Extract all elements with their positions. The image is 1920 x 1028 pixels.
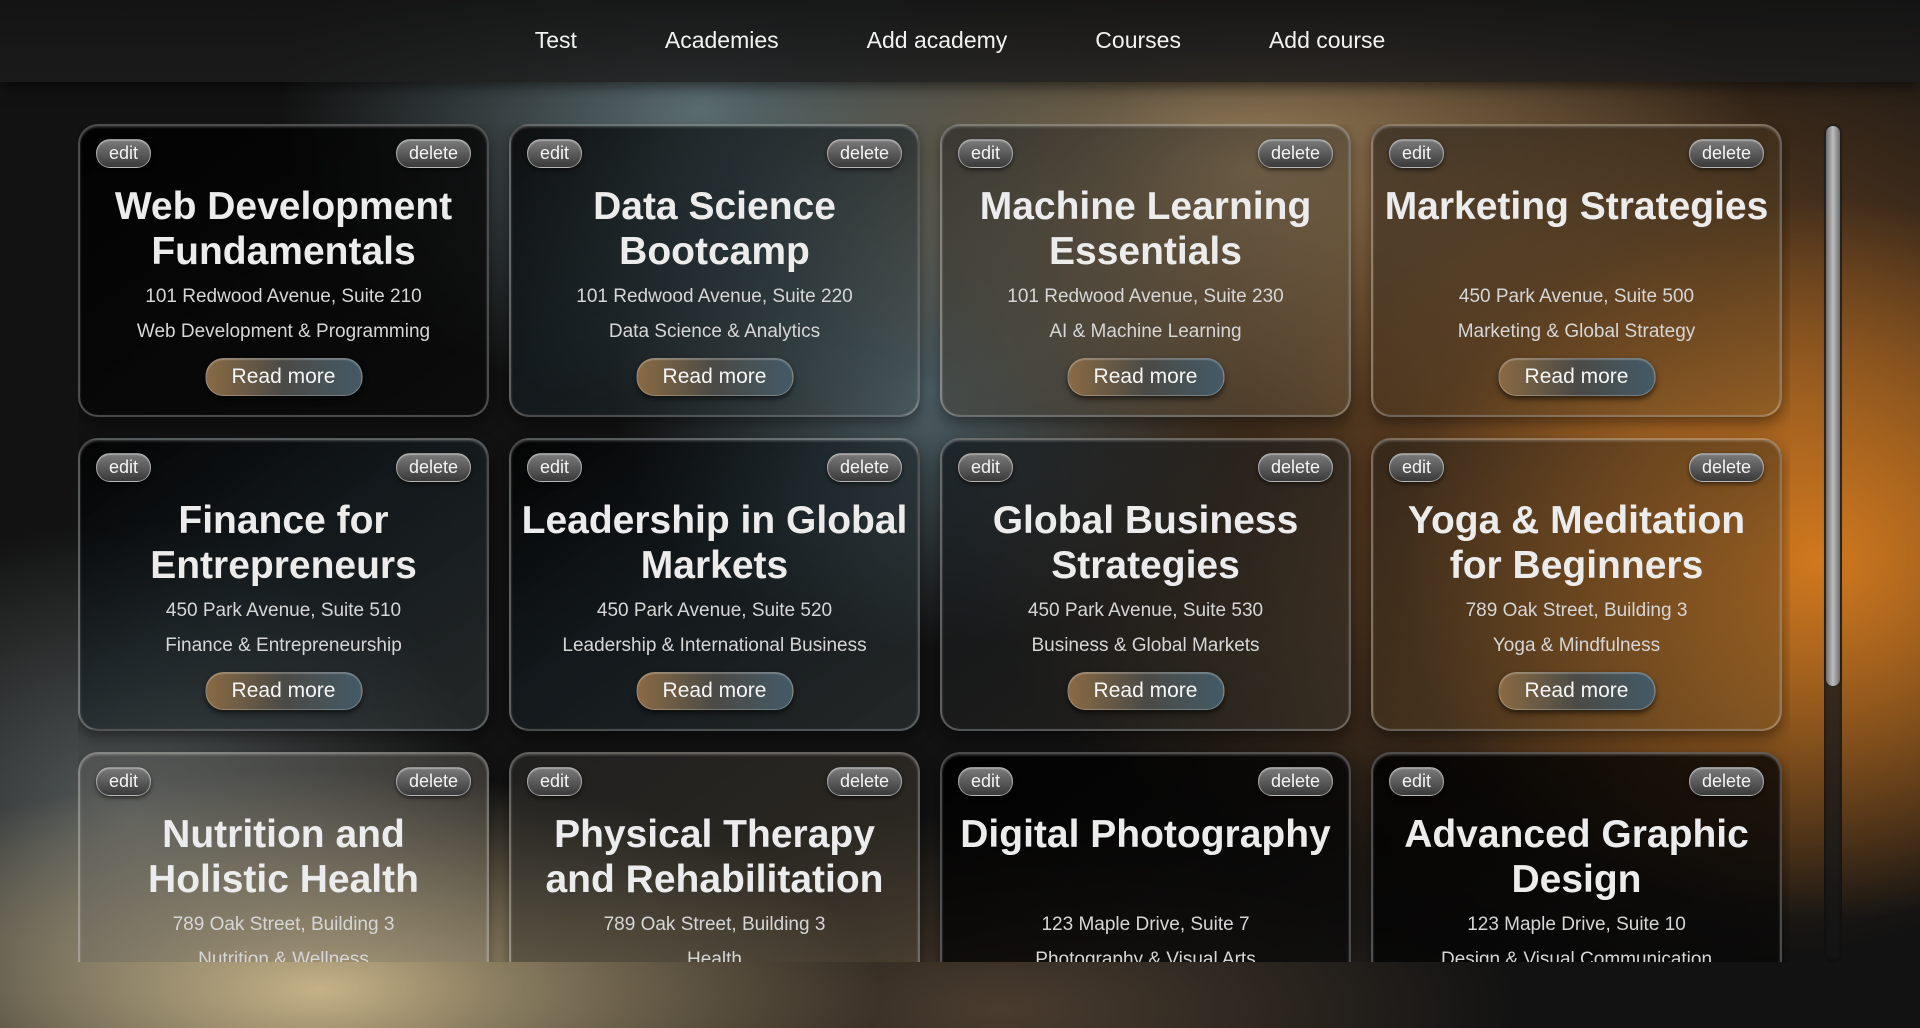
course-title: Nutrition and Holistic Health bbox=[148, 813, 419, 901]
delete-button[interactable]: delete bbox=[395, 453, 471, 482]
course-category: Marketing & Global Strategy bbox=[1457, 321, 1696, 342]
course-card: edit delete Global Business Strategies 4… bbox=[940, 438, 1351, 731]
read-more-button[interactable]: Read more bbox=[1498, 358, 1655, 396]
delete-button[interactable]: delete bbox=[395, 139, 471, 168]
course-category: Photography & Visual Arts bbox=[1035, 949, 1256, 962]
course-card: edit delete Finance for Entrepreneurs 45… bbox=[78, 438, 489, 731]
edit-button[interactable]: edit bbox=[1389, 453, 1445, 482]
course-address: 450 Park Avenue, Suite 510 bbox=[165, 600, 402, 621]
course-list-scroll-area[interactable]: edit delete Web Development Fundamentals… bbox=[78, 124, 1790, 962]
course-address: 123 Maple Drive, Suite 10 bbox=[1467, 914, 1686, 935]
delete-button[interactable]: delete bbox=[1688, 453, 1764, 482]
course-grid: edit delete Web Development Fundamentals… bbox=[78, 124, 1790, 962]
course-card: edit delete Physical Therapy and Rehabil… bbox=[509, 752, 920, 962]
delete-button[interactable]: delete bbox=[395, 767, 471, 796]
course-title: Advanced Graphic Design bbox=[1404, 813, 1749, 901]
read-more-button[interactable]: Read more bbox=[1498, 672, 1655, 710]
edit-button[interactable]: edit bbox=[958, 453, 1014, 482]
vertical-scrollbar[interactable] bbox=[1824, 124, 1842, 962]
course-card: edit delete Marketing Strategies 450 Par… bbox=[1371, 124, 1782, 417]
course-card: edit delete Digital Photography 123 Mapl… bbox=[940, 752, 1351, 962]
course-address: 789 Oak Street, Building 3 bbox=[172, 914, 395, 935]
top-navigation: Test Academies Add academy Courses Add c… bbox=[0, 0, 1920, 82]
course-category: Yoga & Mindfulness bbox=[1492, 635, 1661, 656]
course-address: 123 Maple Drive, Suite 7 bbox=[1041, 914, 1250, 935]
course-address: 101 Redwood Avenue, Suite 210 bbox=[145, 286, 422, 307]
delete-button[interactable]: delete bbox=[1257, 453, 1333, 482]
course-category: Finance & Entrepreneurship bbox=[165, 635, 402, 656]
edit-button[interactable]: edit bbox=[527, 139, 583, 168]
course-title: Data Science Bootcamp bbox=[593, 185, 836, 273]
read-more-button[interactable]: Read more bbox=[636, 672, 793, 710]
course-address: 450 Park Avenue, Suite 520 bbox=[596, 600, 833, 621]
course-card: edit delete Yoga & Meditation for Beginn… bbox=[1371, 438, 1782, 731]
course-card: edit delete Web Development Fundamentals… bbox=[78, 124, 489, 417]
course-title: Marketing Strategies bbox=[1384, 185, 1769, 228]
edit-button[interactable]: edit bbox=[1389, 767, 1445, 796]
course-category: AI & Machine Learning bbox=[1049, 321, 1242, 342]
nav-link-add-academy[interactable]: Add academy bbox=[823, 27, 1052, 54]
edit-button[interactable]: edit bbox=[1389, 139, 1445, 168]
delete-button[interactable]: delete bbox=[1688, 767, 1764, 796]
course-title: Digital Photography bbox=[960, 813, 1331, 856]
course-card: edit delete Machine Learning Essentials … bbox=[940, 124, 1351, 417]
read-more-button[interactable]: Read more bbox=[1067, 358, 1224, 396]
course-category: Leadership & International Business bbox=[562, 635, 867, 656]
edit-button[interactable]: edit bbox=[958, 139, 1014, 168]
read-more-button[interactable]: Read more bbox=[205, 672, 362, 710]
read-more-button[interactable]: Read more bbox=[1067, 672, 1224, 710]
course-address: 101 Redwood Avenue, Suite 220 bbox=[576, 286, 853, 307]
course-card: edit delete Nutrition and Holistic Healt… bbox=[78, 752, 489, 962]
course-title: Physical Therapy and Rehabilitation bbox=[545, 813, 884, 901]
course-category: Web Development & Programming bbox=[136, 321, 431, 342]
edit-button[interactable]: edit bbox=[96, 767, 152, 796]
course-address: 789 Oak Street, Building 3 bbox=[1465, 600, 1688, 621]
course-card: edit delete Advanced Graphic Design 123 … bbox=[1371, 752, 1782, 962]
course-title: Yoga & Meditation for Beginners bbox=[1407, 499, 1746, 587]
course-address: 789 Oak Street, Building 3 bbox=[603, 914, 826, 935]
course-title: Web Development Fundamentals bbox=[114, 185, 453, 273]
delete-button[interactable]: delete bbox=[826, 453, 902, 482]
nav-link-test[interactable]: Test bbox=[491, 27, 621, 54]
course-category: Design & Visual Communication bbox=[1440, 949, 1713, 962]
edit-button[interactable]: edit bbox=[96, 453, 152, 482]
course-card: edit delete Leadership in Global Markets… bbox=[509, 438, 920, 731]
scrollbar-thumb[interactable] bbox=[1826, 126, 1840, 686]
course-title: Finance for Entrepreneurs bbox=[150, 499, 417, 587]
delete-button[interactable]: delete bbox=[1257, 767, 1333, 796]
delete-button[interactable]: delete bbox=[1688, 139, 1764, 168]
edit-button[interactable]: edit bbox=[958, 767, 1014, 796]
delete-button[interactable]: delete bbox=[1257, 139, 1333, 168]
course-title: Machine Learning Essentials bbox=[979, 185, 1312, 273]
course-category: Health bbox=[687, 949, 742, 962]
course-address: 450 Park Avenue, Suite 530 bbox=[1027, 600, 1264, 621]
edit-button[interactable]: edit bbox=[527, 767, 583, 796]
nav-link-add-course[interactable]: Add course bbox=[1225, 27, 1429, 54]
nav-link-academies[interactable]: Academies bbox=[621, 27, 823, 54]
read-more-button[interactable]: Read more bbox=[636, 358, 793, 396]
course-title: Leadership in Global Markets bbox=[521, 499, 908, 587]
course-category: Data Science & Analytics bbox=[608, 321, 821, 342]
nav-link-courses[interactable]: Courses bbox=[1051, 27, 1225, 54]
course-address: 101 Redwood Avenue, Suite 230 bbox=[1007, 286, 1284, 307]
read-more-button[interactable]: Read more bbox=[205, 358, 362, 396]
course-category: Nutrition & Wellness bbox=[198, 949, 369, 962]
delete-button[interactable]: delete bbox=[826, 139, 902, 168]
edit-button[interactable]: edit bbox=[527, 453, 583, 482]
course-title: Global Business Strategies bbox=[992, 499, 1299, 587]
course-card: edit delete Data Science Bootcamp 101 Re… bbox=[509, 124, 920, 417]
delete-button[interactable]: delete bbox=[826, 767, 902, 796]
course-category: Business & Global Markets bbox=[1031, 635, 1260, 656]
edit-button[interactable]: edit bbox=[96, 139, 152, 168]
course-address: 450 Park Avenue, Suite 500 bbox=[1458, 286, 1695, 307]
